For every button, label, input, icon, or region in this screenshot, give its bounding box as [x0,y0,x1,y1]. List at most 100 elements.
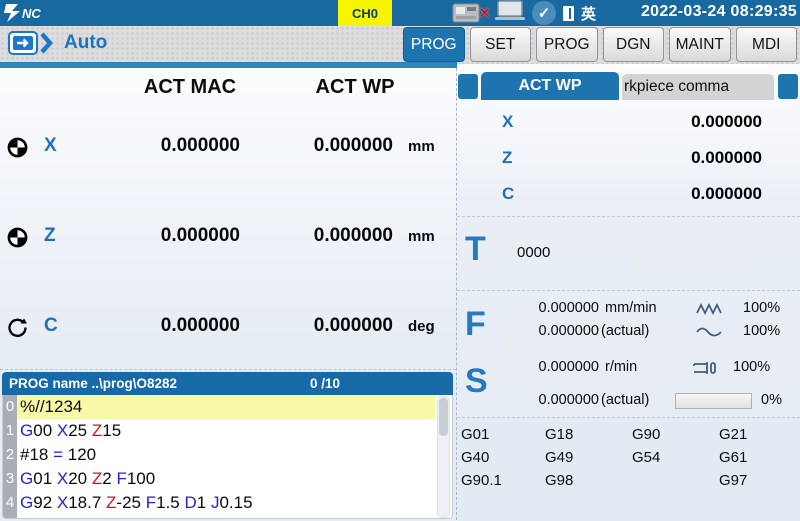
axis-row-c: C 0.000000 0.000000 deg [0,314,456,344]
tab-dgn[interactable]: DGN [603,27,665,62]
channel-badge: CH0 [338,0,392,26]
program-line[interactable]: 1G00 X25 Z15 [3,419,452,443]
feed-command-value: 0.000000 [504,300,599,316]
program-line[interactable]: 4G92 X18.7 Z-25 F1.5 D1 J0.15 [3,491,452,515]
tab-set[interactable]: SET [470,27,532,62]
status-tabstrip: ACT WP rkpiece comma [457,72,800,100]
gcode: G01 [461,423,541,446]
header-act-mac: ACT MAC [144,76,236,99]
gcode: G21 [719,423,799,446]
feed-actual-suffix: (actual) [601,323,649,339]
axis-unit: deg [408,318,435,335]
jog-override-icon [695,325,725,343]
axis-unit: mm [408,138,435,155]
axis-label: Z [44,225,56,247]
rotary-axis-icon [7,317,28,343]
act-mac-value: 0.000000 [118,225,240,247]
spindle-override-icon [691,361,723,379]
program-line[interactable]: 2#18 = 120 [3,443,452,467]
mode-label: Auto [64,32,107,54]
axis-unit: mm [408,228,435,245]
feed-command-row: 0.000000 mm/min 100% [457,300,800,320]
program-listing[interactable]: 0%//1234 1G00 X25 Z15 2#18 = 120 3G01 X2… [2,395,453,519]
feed-unit: mm/min [605,300,657,316]
program-window: PROG name ..\prog\O8282 0 /10 0%//1234 1… [2,372,453,519]
mode-indicator: Auto [8,30,107,56]
program-titlebar: PROG name ..\prog\O8282 0 /10 [2,372,453,395]
coordinate-display: ACT MAC ACT WP X 0.000000 0.000000 mm [0,68,456,370]
top-status-bar: NC CH0 ✕ ✓ 英 2022-03 [0,0,800,26]
spindle-load-percent: 0% [761,392,800,408]
axis-row-x: X 0.000000 0.000000 mm [0,134,456,164]
status-icons: ✕ ✓ 英 [452,0,596,26]
tab-scroll-left-button[interactable] [458,74,478,99]
header-act-wp: ACT WP [316,76,395,99]
ok-check-icon: ✓ [532,1,556,25]
tab-scroll-right-button[interactable] [778,74,798,99]
wp-axis-value: 0.000000 [642,184,762,204]
act-mac-value: 0.000000 [118,135,240,157]
tab-maint[interactable]: MAINT [669,27,731,62]
main-tabs: PROG SET PROG DGN MAINT MDI [403,27,797,62]
gcode: G90 [632,423,712,446]
svg-text:NC: NC [22,6,41,21]
program-line[interactable]: 0%//1234 [3,395,452,419]
axis-label: C [44,315,58,337]
scrollbar-thumb[interactable] [439,398,448,436]
gcode: G61 [719,446,799,469]
spindle-unit: r/min [605,359,637,375]
datetime: 2022-03-24 08:29:35 [641,3,797,21]
section-separator [457,290,800,291]
spindle-command-value: 0.000000 [504,359,599,375]
language-indicator: 英 [581,3,596,24]
gcode: G54 [632,446,712,469]
gcode: G18 [545,423,625,446]
file-status-icon [563,6,574,21]
feed-override-icon [695,302,725,320]
spindle-actual-value: 0.000000 [504,392,599,408]
feed-override-percent: 100% [743,300,793,316]
wp-axis-label: X [502,112,513,132]
program-name: PROG name ..\prog\O8282 [9,376,177,391]
tool-section-label: T [465,232,486,266]
spindle-load-bar [675,393,752,409]
feed-actual-percent: 100% [743,323,793,339]
program-line[interactable]: 3G01 X20 Z2 F100 [3,467,452,491]
status-tab-act-wp[interactable]: ACT WP [481,72,619,100]
status-panel: ACT WP rkpiece comma X 0.000000 Z 0.0000… [457,64,800,520]
machine-zero-icon [7,227,28,253]
program-line-counter: 0 /10 [310,372,340,395]
spindle-actual-suffix: (actual) [601,392,649,408]
section-separator [457,216,800,217]
machine-zero-icon [7,137,28,163]
axis-label: X [44,135,57,157]
machine-link-icon: ✕ [452,3,488,23]
wp-axis-value: 0.000000 [642,148,762,168]
act-wp-value: 0.000000 [271,225,393,247]
tab-mdi[interactable]: MDI [736,27,798,62]
hnc-logo-icon: NC [4,3,74,23]
disconnected-x-icon: ✕ [478,6,491,21]
gcode: G40 [461,446,541,469]
gcode: G90.1 [461,469,541,492]
modal-gcode-area: G01 G18 G90 G21 G40 G49 G54 G61 G90.1 G9… [457,417,800,521]
tab-prog-active[interactable]: PROG [403,27,465,62]
feed-actual-value: 0.000000 [504,323,599,339]
tab-prog[interactable]: PROG [536,27,598,62]
wp-axis-label: C [502,184,514,204]
status-tab-workpiece-command[interactable]: rkpiece comma [622,74,774,100]
act-wp-value: 0.000000 [271,315,393,337]
program-scrollbar[interactable] [437,396,450,518]
gcode: G98 [545,469,625,492]
axis-row-z: Z 0.000000 0.000000 mm [0,224,456,254]
auto-mode-icon [8,30,56,56]
spindle-actual-row: 0.000000 (actual) 0% [457,392,800,412]
gcode: G49 [545,446,625,469]
tool-number: 0000 [517,244,550,261]
feed-actual-row: 0.000000 (actual) 100% [457,323,800,343]
wp-axis-label: Z [502,148,512,168]
act-wp-value: 0.000000 [271,135,393,157]
spindle-override-percent: 100% [733,359,783,375]
gcode: G97 [719,469,799,492]
spindle-command-row: 0.000000 r/min 100% [457,359,800,379]
